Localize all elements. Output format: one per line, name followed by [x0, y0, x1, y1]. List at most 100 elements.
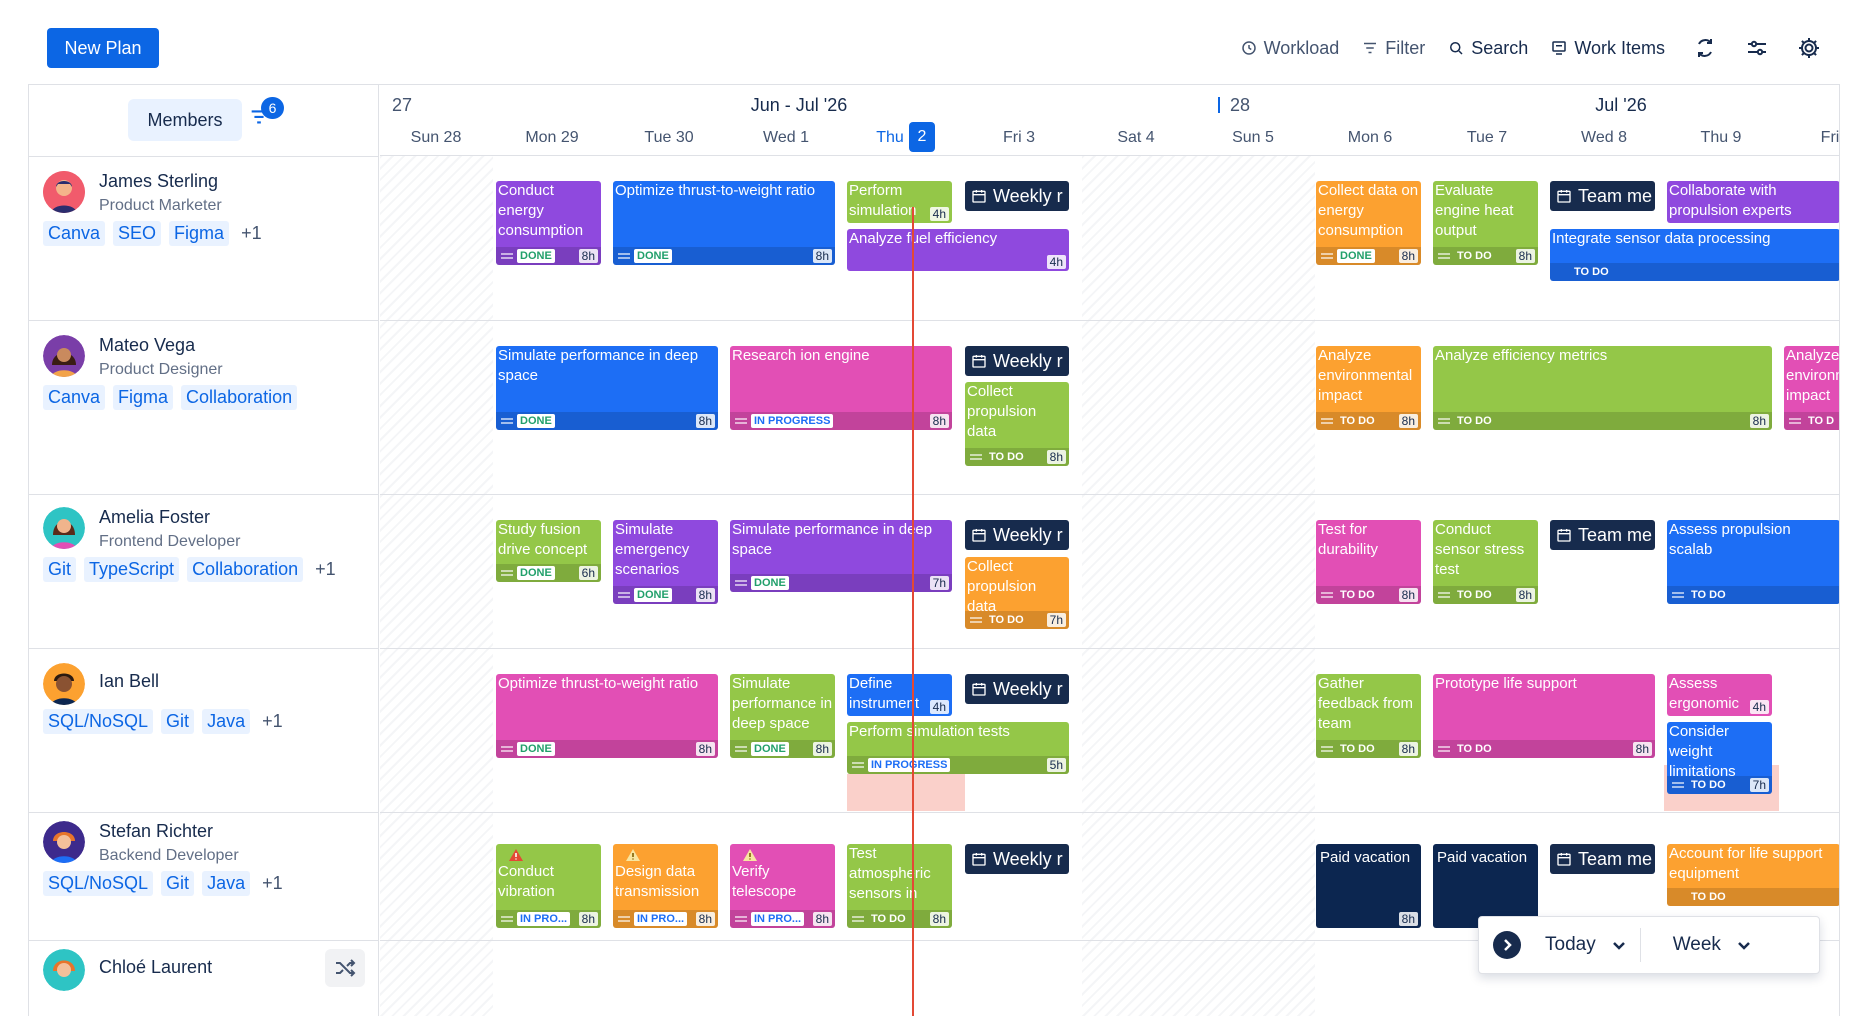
- task-card[interactable]: Simulate performance in deep space DONE 7…: [730, 520, 952, 592]
- overallocation-highlight: [847, 774, 965, 811]
- task-card[interactable]: Conduct energy consumption DONE 8h: [496, 181, 601, 265]
- more-tags[interactable]: +1: [258, 709, 287, 734]
- workload-button[interactable]: Workload: [1240, 28, 1339, 68]
- task-footer: TO DO 7h: [1667, 776, 1772, 794]
- more-tags[interactable]: +1: [258, 871, 287, 896]
- task-card[interactable]: Perform simulation tests IN PROGRESS 5h: [847, 722, 1069, 774]
- more-tags[interactable]: +1: [237, 221, 266, 246]
- view-select[interactable]: Week: [1641, 925, 1765, 965]
- task-card[interactable]: Collect propulsion data TO DO 7h: [965, 557, 1069, 629]
- calendar-icon: [1557, 529, 1571, 542]
- day-label: Sat 4: [1117, 129, 1155, 146]
- member-name: Chloé Laurent: [99, 957, 213, 977]
- task-footer: TO DO 8h: [1316, 740, 1421, 758]
- search-label: Search: [1471, 37, 1529, 58]
- task-card[interactable]: Verify telescope IN PRO... 8h: [730, 844, 835, 928]
- task-card[interactable]: Research ion engine IN PROGRESS 8h: [730, 346, 952, 430]
- member-row[interactable]: Stefan Richter Backend Developer SQL/NoS…: [29, 812, 379, 940]
- status-lozenge: DONE: [634, 588, 672, 602]
- member-row[interactable]: Ian Bell SQL/NoSQL Git Java +1: [29, 648, 379, 812]
- task-card[interactable]: Perform simulation 4h: [847, 181, 952, 223]
- task-title: Consider weight limitations: [1669, 723, 1736, 780]
- meeting-event[interactable]: Weekly r: [965, 674, 1069, 704]
- task-card[interactable]: Test for durability TO DO 8h: [1316, 520, 1421, 604]
- sync-button[interactable]: [1693, 28, 1717, 68]
- task-card[interactable]: Define instrument 4h: [847, 674, 952, 716]
- meeting-title: Team me: [1578, 848, 1653, 869]
- task-card[interactable]: Simulate performance in deep space DONE 8…: [496, 346, 718, 430]
- task-card[interactable]: Conduct sensor stress test TO DO 8h: [1433, 520, 1538, 604]
- task-card[interactable]: Assess ergonomic 4h: [1667, 674, 1772, 716]
- member-row[interactable]: Mateo Vega Product Designer Canva Figma …: [29, 320, 379, 494]
- task-card[interactable]: Conduct vibration IN PRO... 8h: [496, 844, 601, 928]
- task-card[interactable]: Analyze environmental impact TO D: [1784, 346, 1839, 430]
- status-lozenge: TO DO: [1457, 250, 1492, 262]
- meeting-event[interactable]: Weekly r: [965, 346, 1069, 376]
- task-card[interactable]: Test atmospheric sensors in TO DO 8h: [847, 844, 952, 928]
- task-card[interactable]: Collect propulsion data TO DO 8h: [965, 382, 1069, 466]
- task-card[interactable]: Integrate sensor data processing TO DO: [1550, 229, 1839, 281]
- work-items-button[interactable]: Work Items: [1550, 28, 1665, 68]
- status-lozenge: DONE: [751, 576, 789, 590]
- task-card[interactable]: Design data transmission IN PRO... 8h: [613, 844, 718, 928]
- task-card[interactable]: Analyze environmental impact TO DO 8h: [1316, 346, 1421, 430]
- meeting-event[interactable]: Weekly r: [965, 181, 1069, 211]
- status-lozenge: TO DO: [989, 614, 1024, 626]
- task-card[interactable]: Collect data on energy consumption DONE 8…: [1316, 181, 1421, 265]
- planner-grid: Members 6 James Sterling Product Markete…: [28, 84, 1840, 1016]
- task-card[interactable]: Consider weight limitations TO DO 7h: [1667, 722, 1772, 794]
- next-button[interactable]: [1493, 931, 1521, 959]
- search-button[interactable]: Search: [1447, 28, 1528, 68]
- task-title: Integrate sensor data processing: [1552, 230, 1771, 247]
- meeting-event[interactable]: Team me: [1550, 520, 1655, 550]
- task-card[interactable]: Assess propulsion scalab TO DO: [1667, 520, 1839, 604]
- skill-tags: SQL/NoSQL Git Java +1: [43, 709, 287, 734]
- meeting-event[interactable]: Team me: [1550, 181, 1655, 211]
- task-hours: 8h: [695, 912, 715, 926]
- task-card[interactable]: Analyze fuel efficiency 4h: [847, 229, 1069, 271]
- day-label: Sun 5: [1232, 129, 1274, 146]
- task-card[interactable]: Gather feedback from team TO DO 8h: [1316, 674, 1421, 758]
- gear-button[interactable]: [1797, 28, 1821, 68]
- task-card[interactable]: Analyze efficiency metrics TO DO 8h: [1433, 346, 1772, 430]
- status-lozenge: TO DO: [1457, 589, 1492, 601]
- row-divider: [380, 320, 1839, 321]
- filter-button[interactable]: Filter: [1361, 28, 1425, 68]
- members-button[interactable]: Members: [128, 99, 242, 141]
- task-card[interactable]: Account for life support equipment TO DO: [1667, 844, 1839, 906]
- shuffle-button[interactable]: [325, 949, 365, 987]
- task-footer: DONE 8h: [496, 740, 718, 758]
- task-card[interactable]: Evaluate engine heat output TO DO 8h: [1433, 181, 1538, 265]
- task-card[interactable]: Paid vacation 8h: [1316, 844, 1421, 928]
- task-hours: 8h: [695, 588, 715, 602]
- more-tags[interactable]: +1: [311, 557, 340, 582]
- task-title: Design data transmission: [615, 863, 700, 900]
- today-select[interactable]: Today: [1531, 925, 1640, 965]
- task-footer: IN PROGRESS 8h: [730, 412, 952, 430]
- member-row[interactable]: Amelia Foster Frontend Developer Git Typ…: [29, 494, 379, 648]
- task-title: Optimize thrust-to-weight ratio: [498, 675, 699, 692]
- month-label: Jun - Jul '26: [750, 95, 848, 115]
- new-plan-button[interactable]: New Plan: [47, 28, 159, 68]
- avatar: [43, 821, 85, 863]
- task-title: Optimize thrust-to-weight ratio: [615, 182, 816, 199]
- meeting-event[interactable]: Team me: [1550, 844, 1655, 874]
- day-label-today: Thu: [876, 129, 904, 146]
- task-card[interactable]: Study fusion drive concept DONE 6h: [496, 520, 601, 582]
- task-card[interactable]: Simulate emergency scenarios DONE 8h: [613, 520, 718, 604]
- settings-sliders-button[interactable]: [1745, 28, 1769, 68]
- meeting-event[interactable]: Weekly r: [965, 520, 1069, 550]
- task-card[interactable]: Optimize thrust-to-weight ratio DONE 8h: [613, 181, 835, 265]
- member-name: Amelia Foster: [99, 507, 211, 527]
- task-card[interactable]: Simulate performance in deep space DONE 8…: [730, 674, 835, 758]
- task-card[interactable]: Optimize thrust-to-weight ratio DONE 8h: [496, 674, 718, 758]
- meeting-event[interactable]: Weekly r: [965, 844, 1069, 874]
- priority-icon: [1438, 746, 1450, 752]
- task-card[interactable]: Prototype life support TO DO 8h: [1433, 674, 1655, 758]
- member-row[interactable]: Chloé Laurent: [29, 940, 379, 1016]
- warning-icon: [509, 849, 523, 861]
- priority-icon: [735, 580, 747, 586]
- task-card[interactable]: Collaborate with propulsion experts: [1667, 181, 1839, 223]
- calendar-icon: [972, 355, 986, 368]
- member-row[interactable]: James Sterling Product Marketer Canva SE…: [29, 156, 379, 320]
